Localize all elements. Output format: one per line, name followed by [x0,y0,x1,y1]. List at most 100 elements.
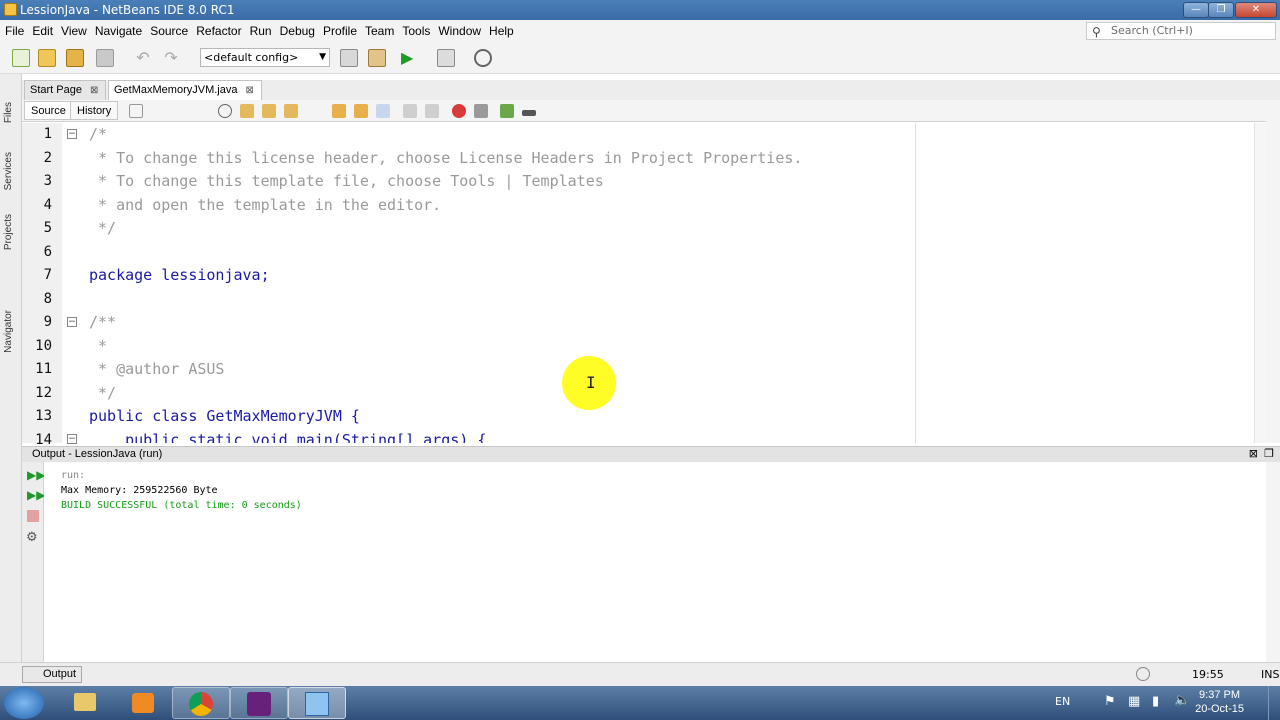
fold-collapse-icon[interactable]: − [67,129,77,139]
output-line: Max Memory: 259522560 Byte [61,485,218,496]
stop-icon[interactable] [27,510,39,522]
find-selection-icon[interactable] [284,104,298,118]
find-previous-icon[interactable] [240,104,254,118]
caret-position: 19:55 [1192,668,1224,681]
projects-tab[interactable]: Projects [3,214,14,250]
code-line: * [89,336,108,355]
flag-icon[interactable]: ⚑ [1104,694,1116,709]
config-dropdown[interactable]: <default config> ▼ [200,48,330,67]
line-number: 6 [43,243,52,260]
stop-macro-icon[interactable] [474,104,488,118]
redo-icon[interactable]: ↷ [162,49,180,67]
open-project-icon[interactable] [66,49,84,67]
menu-edit[interactable]: Edit [29,20,58,42]
rerun-icon[interactable]: ▶▶ [27,468,45,482]
language-indicator[interactable]: EN [1055,695,1070,708]
output-title: Output - LessionJava (run) [32,448,163,460]
shift-right-icon[interactable] [425,104,439,118]
clean-build-icon[interactable] [368,49,386,67]
fold-collapse-icon[interactable]: − [67,434,77,444]
output-scrollbar[interactable] [1266,462,1280,662]
explorer-icon[interactable] [56,687,114,719]
build-icon[interactable] [340,49,358,67]
menu-file[interactable]: File [2,20,29,42]
maximize-button[interactable]: ❐ [1208,2,1234,18]
start-button[interactable] [4,687,44,719]
uncomment-icon[interactable] [522,110,536,116]
close-icon[interactable]: ⊠ [245,85,253,96]
menu-source[interactable]: Source [147,20,193,42]
line-number: 4 [43,196,52,213]
search-input[interactable]: ⚲ Search (Ctrl+I) [1086,22,1276,40]
notification-icon[interactable] [1136,667,1150,681]
tab-start-page[interactable]: Start Page ⊠ [24,80,106,100]
toggle-bookmark-icon[interactable] [376,104,390,118]
clock-time: 9:37 PM [1199,689,1241,701]
minimize-button[interactable]: — [1183,2,1209,18]
line-number: 12 [35,384,52,401]
menu-profile[interactable]: Profile [320,20,362,42]
rerun-different-icon[interactable]: ▶▶ [27,488,45,502]
run-icon[interactable]: ▶ [401,49,419,67]
output-minimized-button[interactable]: Output [22,666,83,683]
save-all-icon[interactable] [96,49,114,67]
last-edit-icon[interactable] [129,104,143,118]
media-player-icon[interactable] [114,687,172,719]
show-desktop-button[interactable] [1268,686,1280,720]
restore-icon[interactable]: ❐ [1264,447,1274,460]
line-number: 11 [35,361,52,377]
new-file-icon[interactable] [12,49,30,67]
code-line: /* [89,125,108,143]
history-tab[interactable]: History [70,101,119,120]
files-tab[interactable]: Files [3,102,14,123]
menu-help[interactable]: Help [486,20,519,42]
services-tab[interactable]: Services [3,152,14,190]
window-title: LessionJava - NetBeans IDE 8.0 RC1 [20,3,235,17]
debug-icon[interactable] [437,49,455,67]
comment-icon[interactable] [500,104,514,118]
output-console[interactable]: run: Max Memory: 259522560 Byte BUILD SU… [44,462,1266,662]
menu-team[interactable]: Team [362,20,399,42]
new-project-icon[interactable] [38,49,56,67]
shift-left-icon[interactable] [403,104,417,118]
menu-tools[interactable]: Tools [399,20,435,42]
profile-icon[interactable] [474,49,492,67]
undo-icon[interactable]: ↶ [134,49,152,67]
output-header: Output - LessionJava (run) ⊠ ❐ [22,446,1280,462]
prev-bookmark-icon[interactable] [332,104,346,118]
close-button[interactable]: ✕ [1235,2,1277,18]
code-editor[interactable]: /* * To change this license header, choo… [84,123,1254,443]
system-clock[interactable]: 9:37 PM 20-Oct-15 [1195,688,1244,716]
signal-icon[interactable]: ▮ [1152,694,1159,709]
next-bookmark-icon[interactable] [354,104,368,118]
left-side-panel-strip: Files Services Projects Navigator [0,74,22,686]
menu-debug[interactable]: Debug [277,20,320,42]
netbeans-taskbar-icon[interactable] [288,687,346,719]
chevron-down-icon: ▼ [319,52,326,62]
config-value: <default config> [204,51,299,64]
source-tab[interactable]: Source [24,101,73,120]
menu-view[interactable]: View [58,20,92,42]
start-macro-icon[interactable] [452,104,466,118]
fold-collapse-icon[interactable]: − [67,317,77,327]
network-icon[interactable]: ▦ [1128,694,1140,709]
menu-run[interactable]: Run [247,20,277,42]
tab-getmaxmemoryjvm[interactable]: GetMaxMemoryJVM.java ⊠ [108,80,262,100]
line-number: 9 [43,314,52,330]
visual-studio-icon[interactable] [230,687,288,719]
code-line: /** [89,313,117,331]
navigator-tab[interactable]: Navigator [3,310,14,353]
settings-icon[interactable]: ⚙ [26,530,38,545]
menu-window[interactable]: Window [435,20,486,42]
chrome-icon[interactable] [172,687,230,719]
clock-date: 20-Oct-15 [1195,703,1244,715]
find-icon[interactable] [218,104,232,118]
close-icon[interactable]: ⊠ [90,85,98,96]
editor-scrollbar[interactable] [1254,123,1266,443]
volume-icon[interactable]: 🔈 [1174,693,1190,708]
close-icon[interactable]: ⊠ [1249,447,1258,460]
find-next-icon[interactable] [262,104,276,118]
menu-navigate[interactable]: Navigate [92,20,147,42]
menu-refactor[interactable]: Refactor [193,20,246,42]
